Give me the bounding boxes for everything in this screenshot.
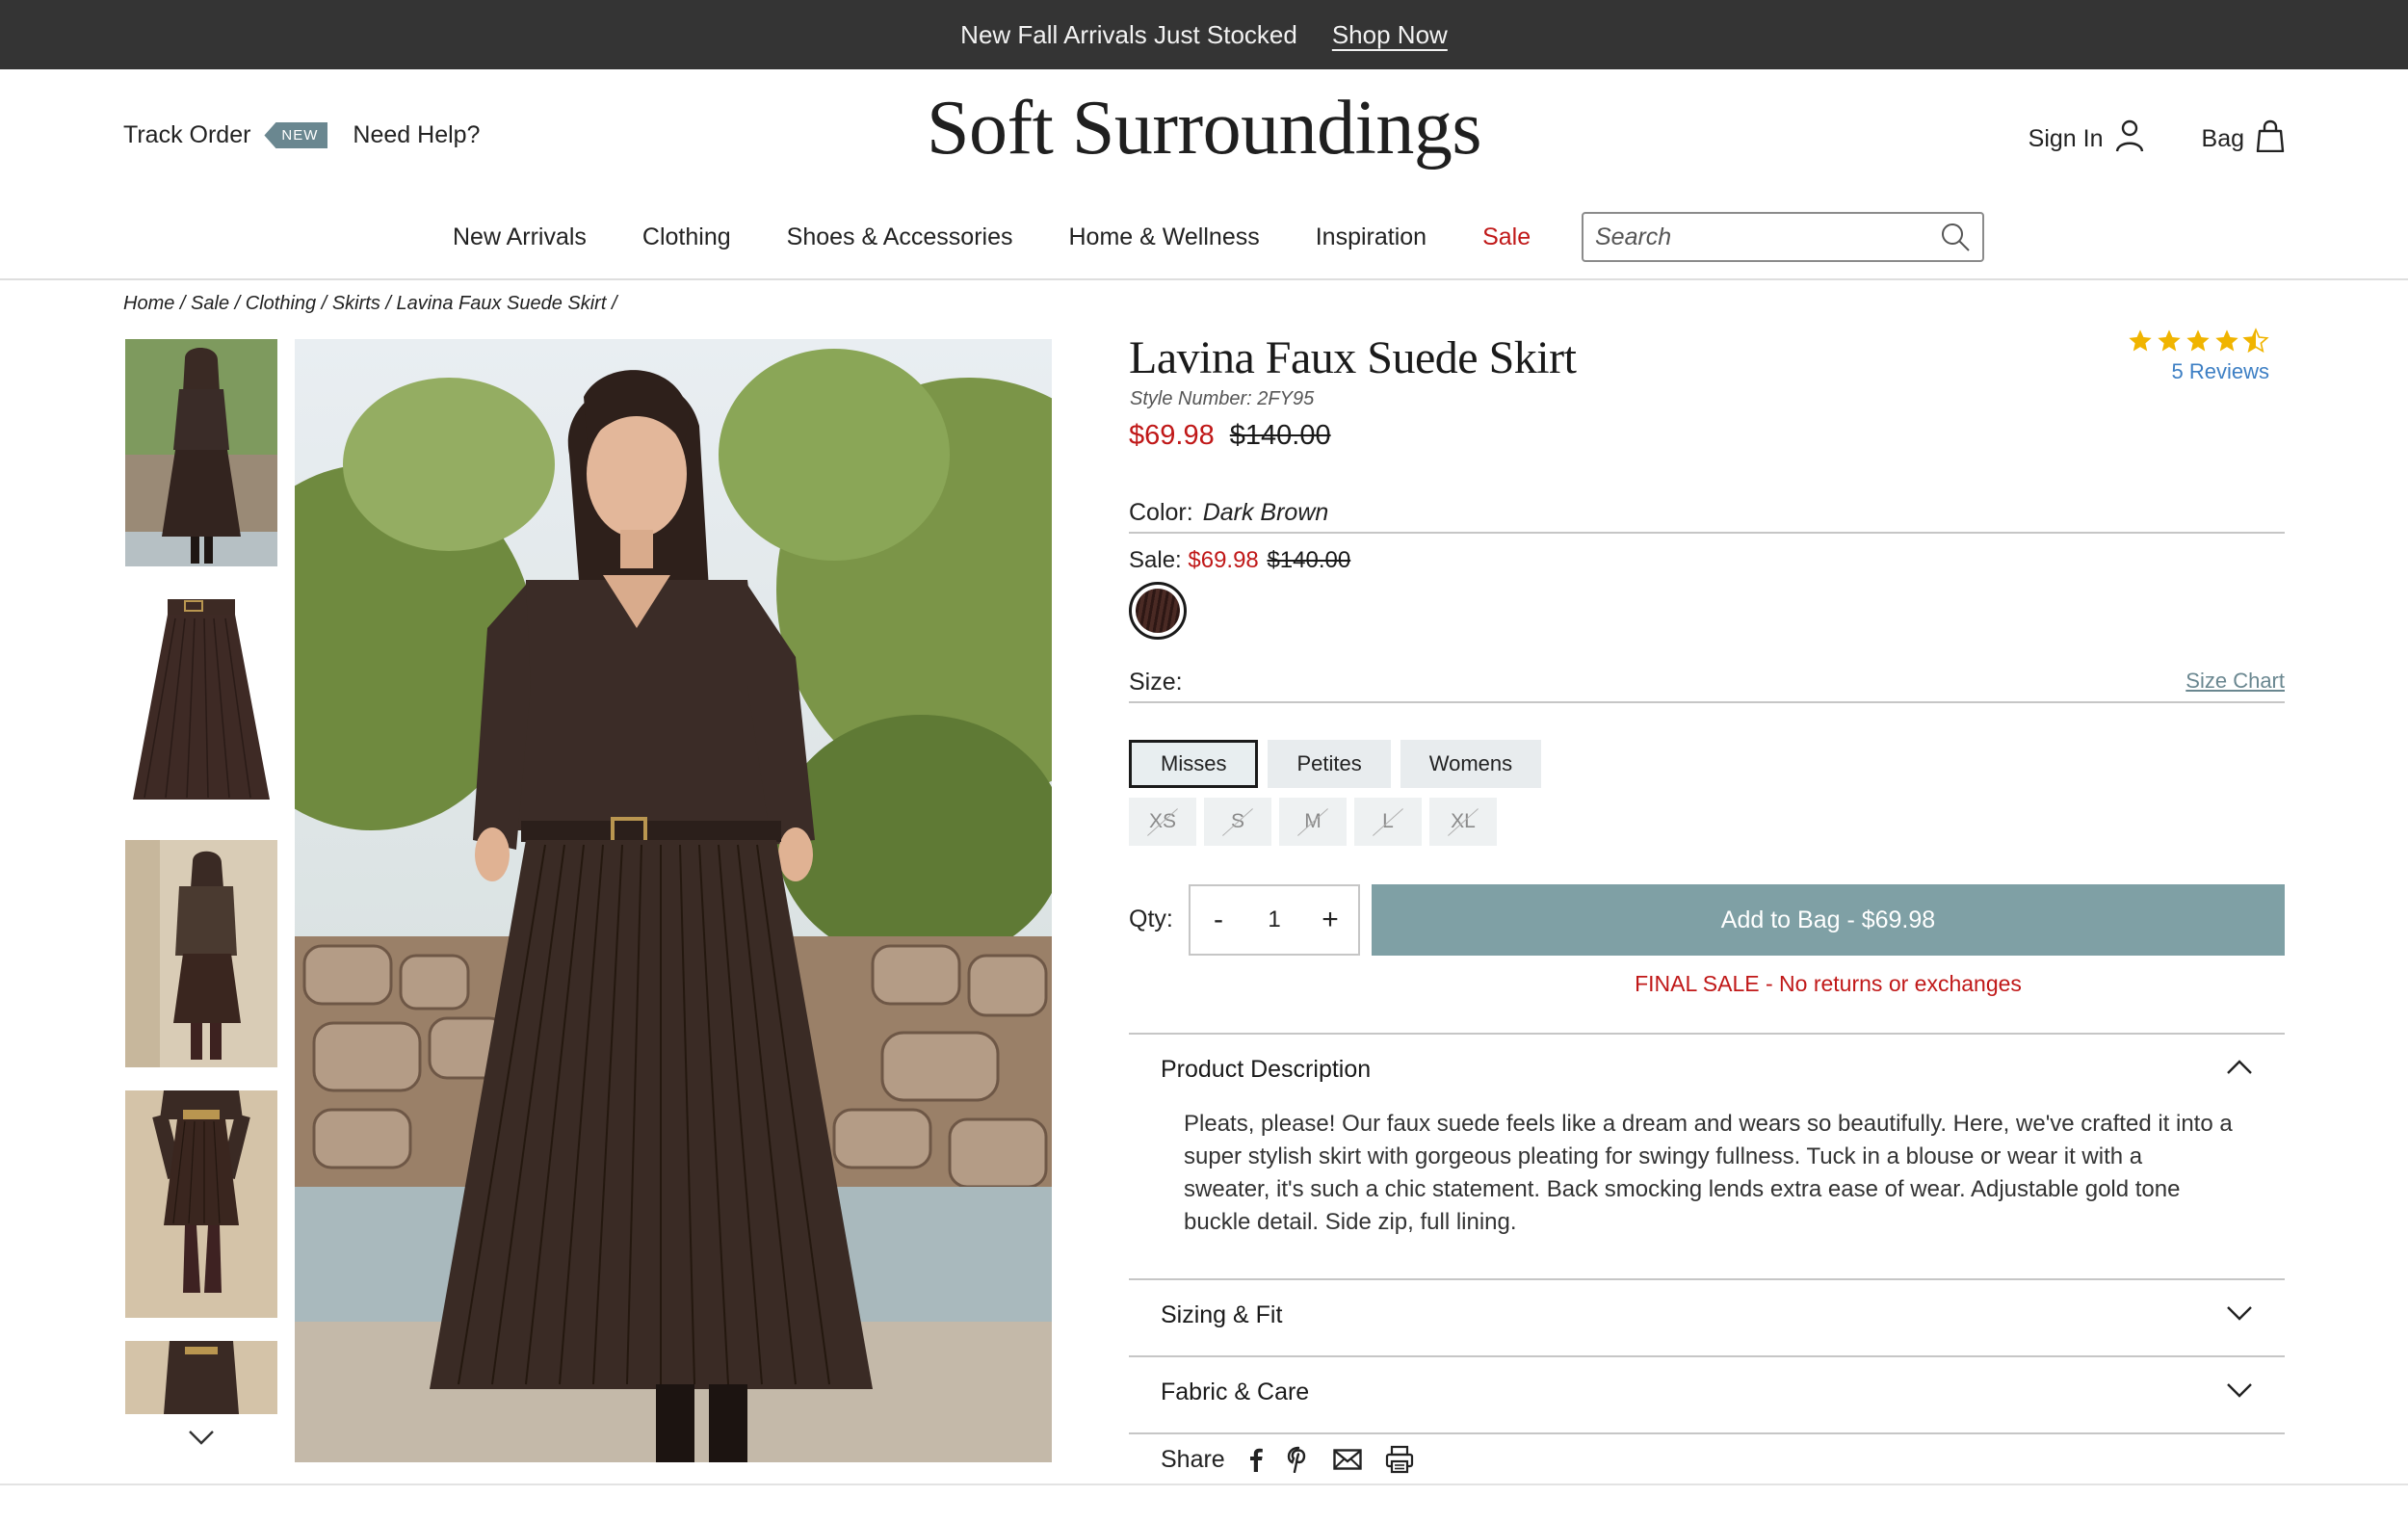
main-product-image[interactable]	[295, 339, 1052, 1462]
breadcrumb-sale[interactable]: Sale /	[191, 293, 240, 314]
size-row: Size: Size Chart	[1129, 669, 2285, 703]
print-icon[interactable]	[1385, 1445, 1414, 1474]
product-title: Lavina Faux Suede Skirt	[1129, 332, 1577, 383]
breadcrumb-current: Lavina Faux Suede Skirt /	[396, 293, 617, 314]
sizing-fit-toggle[interactable]: Sizing & Fit	[1161, 1301, 2254, 1329]
thumbnail-4[interactable]	[125, 1090, 277, 1318]
sign-in-link[interactable]: Sign In	[2028, 119, 2144, 159]
thumbnail-3[interactable]	[125, 840, 277, 1067]
search-icon[interactable]	[1940, 222, 1971, 252]
swatch-original-value: $140.00	[1267, 547, 1351, 573]
size-label: Size:	[1129, 669, 1183, 696]
accordion-divider	[1129, 1278, 2285, 1280]
swatch-sale-price: Sale: $69.98 $140.00	[1129, 547, 1350, 574]
breadcrumb-skirts[interactable]: Skirts /	[332, 293, 391, 314]
fit-tabs: Misses Petites Womens	[1129, 740, 1542, 788]
chevron-down-icon	[187, 1431, 216, 1451]
thumbnail-scroll-down[interactable]	[187, 1428, 216, 1452]
size-m[interactable]: M	[1279, 798, 1347, 846]
star-half-icon	[2242, 328, 2269, 359]
size-xl[interactable]: XL	[1429, 798, 1497, 846]
product-price: $69.98 $140.00	[1129, 420, 1331, 452]
thumbnail-2[interactable]	[125, 590, 277, 817]
bag-icon	[2256, 119, 2285, 159]
search-input[interactable]	[1595, 223, 1940, 251]
product-rating: 5 Reviews	[2127, 328, 2269, 384]
star-icon	[2156, 328, 2183, 359]
pinterest-icon[interactable]	[1287, 1446, 1310, 1473]
color-swatch-dark-brown[interactable]	[1129, 582, 1187, 640]
qty-decrease-button[interactable]: -	[1204, 904, 1233, 936]
final-sale-notice: FINAL SALE - No returns or exchanges	[1635, 971, 2022, 996]
fabric-care-toggle[interactable]: Fabric & Care	[1161, 1379, 2254, 1406]
sign-in-label: Sign In	[2028, 125, 2104, 152]
original-price: $140.00	[1229, 420, 1331, 451]
breadcrumb-clothing[interactable]: Clothing /	[246, 293, 327, 314]
fit-tab-womens[interactable]: Womens	[1400, 740, 1542, 788]
promo-bar: New Fall Arrivals Just Stocked Shop Now	[0, 0, 2408, 69]
sizing-fit-title: Sizing & Fit	[1161, 1301, 1283, 1328]
quantity-stepper: - 1 +	[1189, 884, 1360, 956]
thumbnail-list	[125, 339, 277, 1437]
product-description-title: Product Description	[1161, 1056, 1372, 1083]
nav-inspiration[interactable]: Inspiration	[1316, 223, 1426, 251]
email-icon[interactable]	[1333, 1449, 1362, 1470]
nav-new-arrivals[interactable]: New Arrivals	[453, 223, 587, 251]
thumbnail-5[interactable]	[125, 1341, 277, 1414]
header-divider	[0, 278, 2408, 280]
person-icon	[2115, 119, 2144, 159]
thumbnail-1[interactable]	[125, 339, 277, 566]
accordion-divider	[1129, 1033, 2285, 1035]
accordion-divider	[1129, 1432, 2285, 1434]
footer-divider	[0, 1484, 2408, 1485]
nav-sale[interactable]: Sale	[1482, 223, 1531, 251]
qty-increase-button[interactable]: +	[1316, 904, 1345, 936]
size-xs[interactable]: XS	[1129, 798, 1196, 846]
color-value: Dark Brown	[1202, 499, 1329, 526]
qty-label: Qty:	[1129, 906, 1173, 932]
shop-now-link[interactable]: Shop Now	[1332, 20, 1448, 50]
header-right: Sign In Bag	[2028, 119, 2285, 159]
breadcrumb-home[interactable]: Home /	[123, 293, 185, 314]
facebook-icon[interactable]	[1248, 1447, 1264, 1472]
share-label: Share	[1161, 1445, 1225, 1473]
swatch-sale-value: $69.98	[1188, 547, 1259, 573]
fit-tab-petites[interactable]: Petites	[1268, 740, 1391, 788]
color-row: Color: Dark Brown	[1129, 499, 2285, 534]
nav-clothing[interactable]: Clothing	[642, 223, 731, 251]
star-icon	[2127, 328, 2154, 359]
fabric-care-title: Fabric & Care	[1161, 1379, 1310, 1405]
product-description-toggle[interactable]: Product Description	[1161, 1056, 2254, 1084]
accordion-divider	[1129, 1355, 2285, 1357]
bag-link[interactable]: Bag	[2202, 119, 2285, 159]
breadcrumb: Home / Sale / Clothing / Skirts / Lavina…	[123, 293, 617, 315]
fit-tab-misses[interactable]: Misses	[1129, 740, 1259, 788]
product-description-text: Pleats, please! Our faux suede feels lik…	[1184, 1111, 2233, 1235]
search-box	[1582, 212, 1984, 262]
sale-label: Sale:	[1129, 547, 1182, 573]
size-options: XS S M L XL	[1129, 798, 1497, 846]
nav-home-wellness[interactable]: Home & Wellness	[1069, 223, 1260, 251]
color-label: Color:	[1129, 499, 1193, 526]
sale-price: $69.98	[1129, 420, 1215, 451]
size-chart-link[interactable]: Size Chart	[2186, 669, 2285, 694]
bag-label: Bag	[2201, 125, 2244, 152]
share-bar: Share	[1161, 1445, 1414, 1474]
style-number: Style Number: 2FY95	[1130, 388, 1315, 409]
main-nav: New Arrivals Clothing Shoes & Accessorie…	[453, 210, 1586, 264]
reviews-link[interactable]: 5 Reviews	[2127, 359, 2269, 384]
promo-text: New Fall Arrivals Just Stocked	[960, 19, 1297, 49]
star-icon	[2185, 328, 2212, 359]
chevron-up-icon	[2225, 1056, 2254, 1084]
chevron-down-icon	[2225, 1379, 2254, 1406]
chevron-down-icon	[2225, 1301, 2254, 1329]
size-s[interactable]: S	[1204, 798, 1271, 846]
add-to-bag-button[interactable]: Add to Bag - $69.98	[1372, 884, 2285, 956]
size-l[interactable]: L	[1354, 798, 1422, 846]
qty-value[interactable]: 1	[1268, 906, 1280, 933]
star-icon	[2213, 328, 2240, 359]
star-rating[interactable]	[2127, 328, 2269, 359]
nav-shoes-accessories[interactable]: Shoes & Accessories	[787, 223, 1013, 251]
